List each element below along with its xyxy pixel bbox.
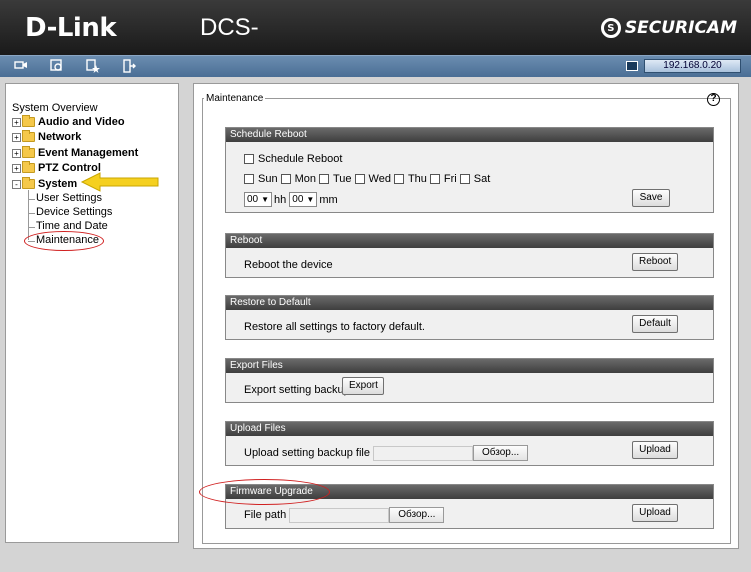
tree-connector-tick xyxy=(28,199,35,200)
default-button[interactable]: Default xyxy=(632,315,678,333)
day-checkbox-wed[interactable] xyxy=(354,174,365,184)
chevron-down-icon: ▼ xyxy=(306,195,315,204)
firmware-browse-button[interactable]: Обзор... xyxy=(389,507,445,523)
upload-files-section: Upload Files Upload setting backup file … xyxy=(225,421,714,466)
day-checkbox-sat[interactable] xyxy=(459,174,470,184)
day-label: Sat xyxy=(473,173,491,185)
expand-icon[interactable]: + xyxy=(12,148,21,158)
section-title: Restore to Default xyxy=(226,296,713,310)
restore-default-section: Restore to Default Restore all settings … xyxy=(225,295,714,340)
camera-icon[interactable] xyxy=(13,59,29,74)
tree-item-system-overview[interactable]: System Overview xyxy=(12,102,98,114)
day-checkbox-mon[interactable] xyxy=(280,174,291,184)
day-checkbox-fri[interactable] xyxy=(429,174,440,184)
expand-icon[interactable]: + xyxy=(12,132,21,142)
securicam-logo: S SECURICAM xyxy=(600,18,737,38)
folder-icon xyxy=(22,146,35,158)
day-label: Mon xyxy=(294,173,316,185)
weekday-row: Sun Mon Tue Wed Thu Fri Sat xyxy=(244,173,490,185)
toolbar: 192.168.0.20 xyxy=(0,55,751,77)
ip-display: 192.168.0.20 xyxy=(626,59,741,73)
securicam-text: SECURICAM xyxy=(624,18,737,38)
checkbox-label: Schedule Reboot xyxy=(258,153,343,165)
restore-text: Restore all settings to factory default. xyxy=(244,321,425,333)
section-title: Upload Files xyxy=(226,422,713,436)
firmware-row: File path Обзор... xyxy=(244,507,445,523)
section-title: Reboot xyxy=(226,234,713,248)
export-button[interactable]: Export xyxy=(342,377,384,395)
dlink-logo: D-Link xyxy=(25,13,117,43)
hour-unit: hh xyxy=(274,193,287,206)
open-folder-icon xyxy=(22,177,35,189)
firmware-upload-button[interactable]: Upload xyxy=(632,504,678,522)
schedule-reboot-section: Schedule Reboot Schedule Reboot Sun Mon … xyxy=(225,127,714,213)
minute-value: 00 xyxy=(292,194,304,205)
time-row: 00 ▼ hh 00 ▼ mm xyxy=(244,192,338,207)
help-icon[interactable]: ? xyxy=(707,93,720,106)
upload-file-input[interactable] xyxy=(372,445,473,461)
logout-icon[interactable] xyxy=(121,59,137,74)
tree-item-device-settings[interactable]: Device Settings xyxy=(36,206,112,218)
ip-address: 192.168.0.20 xyxy=(644,59,741,73)
tree-item-system[interactable]: - System xyxy=(12,177,77,190)
page-title: Maintenance xyxy=(204,93,266,104)
day-label: Fri xyxy=(443,173,457,185)
reboot-section: Reboot Reboot the device Reboot xyxy=(225,233,714,278)
tree-connector-tick xyxy=(28,227,35,228)
day-checkbox-thu[interactable] xyxy=(393,174,404,184)
upload-browse-button[interactable]: Обзор... xyxy=(472,445,529,461)
firmware-file-input[interactable] xyxy=(289,507,390,523)
expand-icon[interactable]: + xyxy=(12,163,21,173)
tree-item-audio-video[interactable]: + Audio and Video xyxy=(12,115,125,128)
securicam-mark-icon: S xyxy=(600,18,621,38)
day-label: Thu xyxy=(407,173,427,185)
tree-item-network[interactable]: + Network xyxy=(12,130,81,143)
folder-icon xyxy=(22,130,35,142)
save-button[interactable]: Save xyxy=(632,189,670,207)
reboot-text: Reboot the device xyxy=(244,259,333,271)
folder-icon xyxy=(22,115,35,127)
model-name: DCS- xyxy=(200,14,259,41)
tree-item-time-and-date[interactable]: Time and Date xyxy=(36,220,108,232)
day-checkbox-tue[interactable] xyxy=(318,174,329,184)
hour-value: 00 xyxy=(247,194,259,205)
annotation-circle-firmware xyxy=(199,479,330,505)
app-header: D-Link DCS- S SECURICAM xyxy=(0,0,751,55)
monitor-icon xyxy=(626,61,638,71)
day-label: Wed xyxy=(368,173,391,185)
folder-icon xyxy=(22,161,35,173)
upload-text: Upload setting backup file xyxy=(244,447,370,459)
expand-icon[interactable]: + xyxy=(12,117,21,127)
export-files-section: Export Files Export setting backup file … xyxy=(225,358,714,403)
navigation-panel: System Overview + Audio and Video + Netw… xyxy=(5,83,179,543)
minute-select[interactable]: 00 ▼ xyxy=(289,192,318,207)
setup-icon[interactable] xyxy=(49,59,65,74)
day-label: Tue xyxy=(332,173,352,185)
tree-item-user-settings[interactable]: User Settings xyxy=(36,192,102,204)
upload-button[interactable]: Upload xyxy=(632,441,678,459)
schedule-reboot-toggle[interactable]: Schedule Reboot xyxy=(244,153,342,165)
tree-connector-tick xyxy=(28,213,35,214)
tree-item-event-management[interactable]: + Event Management xyxy=(12,146,138,159)
collapse-icon[interactable]: - xyxy=(12,179,21,189)
star-icon[interactable] xyxy=(85,59,101,74)
file-path-label: File path xyxy=(244,509,287,521)
day-label: Sun xyxy=(258,173,278,185)
section-title: Export Files xyxy=(226,359,713,373)
upload-row: Upload setting backup file Обзор... xyxy=(244,445,529,461)
highlight-arrow-icon xyxy=(80,172,159,192)
hour-select[interactable]: 00 ▼ xyxy=(244,192,273,207)
tree-connector xyxy=(28,190,29,240)
section-title: Schedule Reboot xyxy=(226,128,713,142)
schedule-reboot-checkbox[interactable] xyxy=(244,154,254,164)
minute-unit: mm xyxy=(319,193,338,206)
chevron-down-icon: ▼ xyxy=(261,195,270,204)
annotation-circle-maintenance xyxy=(24,231,104,251)
day-checkbox-sun[interactable] xyxy=(244,174,254,184)
reboot-button[interactable]: Reboot xyxy=(632,253,678,271)
